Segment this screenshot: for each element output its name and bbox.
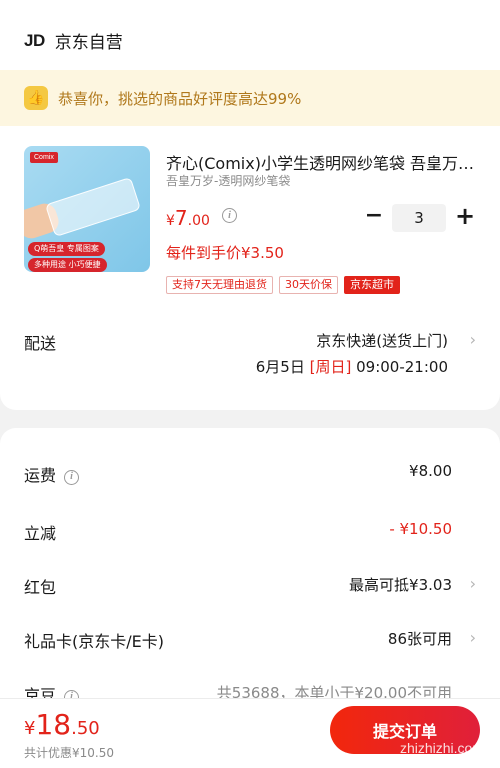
service-tag: 支持7天无理由退货 bbox=[166, 276, 273, 294]
product-price: ¥7.00 bbox=[166, 206, 210, 230]
delivery-method[interactable]: 京东快递(送货上门) bbox=[316, 330, 448, 351]
unit-price: 每件到手价¥3.50 bbox=[166, 244, 284, 262]
product-image[interactable]: Comix Q萌吾皇 专属图案 多种用途 小巧便捷 bbox=[24, 146, 150, 272]
quantity-increase-button[interactable]: + bbox=[454, 204, 476, 228]
service-tag: 30天价保 bbox=[279, 276, 338, 294]
product-title[interactable]: 齐心(Comix)小学生透明网纱笔袋 吾皇万岁-透明网纱笔袋 bbox=[166, 150, 476, 174]
delivery-time[interactable]: 6月5日 [周日] 09:00-21:00 bbox=[256, 356, 448, 377]
fee-row-shipping: 运费 i ¥8.00 bbox=[0, 462, 500, 492]
watermark: zhizhizhi.com bbox=[399, 740, 484, 756]
total-decimal: .50 bbox=[71, 718, 100, 739]
fee-value: 最高可抵¥3.03 bbox=[349, 576, 452, 594]
product-sku: 吾皇万岁-透明网纱笔袋 bbox=[166, 174, 291, 188]
praise-banner: 👍 恭喜你，挑选的商品好评度高达99% bbox=[0, 70, 500, 126]
fee-row-giftcard[interactable]: 礼品卡(京东卡/E卡) 86张可用 › bbox=[0, 628, 500, 658]
chevron-right-icon[interactable]: › bbox=[470, 628, 476, 647]
order-card: JD 京东自营 👍 恭喜你，挑选的商品好评度高达99% Comix Q萌吾皇 专… bbox=[0, 0, 500, 410]
price-currency: ¥ bbox=[166, 213, 175, 229]
store-name: 京东自营 bbox=[54, 33, 123, 53]
fee-row-discount: 立减 - ¥10.50 bbox=[0, 520, 500, 550]
fee-label: 运费 i bbox=[24, 462, 80, 486]
total-integer: 18 bbox=[35, 708, 72, 741]
image-tag: Q萌吾皇 专属图案 bbox=[28, 242, 105, 256]
quantity-input[interactable]: 3 bbox=[392, 204, 446, 232]
fee-label: 礼品卡(京东卡/E卡) bbox=[24, 632, 164, 651]
price-integer: 7 bbox=[174, 206, 188, 230]
fee-row-redpacket[interactable]: 红包 最高可抵¥3.03 › bbox=[0, 574, 500, 604]
total-currency: ¥ bbox=[24, 718, 36, 739]
thumbs-up-icon: 👍 bbox=[24, 86, 48, 110]
info-icon[interactable]: i bbox=[222, 208, 237, 223]
pencil-bag-illustration bbox=[44, 176, 142, 238]
delivery-weekday: [周日] bbox=[309, 358, 352, 376]
delivery-date: 6月5日 bbox=[255, 358, 305, 376]
brand-badge: Comix bbox=[30, 152, 58, 163]
fee-value: 86张可用 bbox=[387, 630, 452, 648]
fee-value: - ¥10.50 bbox=[389, 520, 452, 538]
quantity-decrease-button[interactable]: − bbox=[364, 205, 384, 228]
delivery-timeslot: 09:00-21:00 bbox=[356, 358, 448, 376]
fee-label: 立减 bbox=[24, 524, 57, 543]
image-tag: 多种用途 小巧便捷 bbox=[28, 258, 107, 272]
price-decimal: .00 bbox=[187, 213, 210, 229]
fee-label: 红包 bbox=[24, 578, 57, 597]
service-tag: 京东超市 bbox=[344, 276, 400, 294]
delivery-label: 配送 bbox=[24, 334, 57, 353]
service-tags: 支持7天无理由退货 30天价保 京东超市 bbox=[166, 276, 400, 294]
info-icon[interactable]: i bbox=[64, 470, 80, 485]
praise-text: 恭喜你，挑选的商品好评度高达99% bbox=[58, 89, 302, 108]
fee-value: ¥8.00 bbox=[409, 462, 452, 480]
order-total: ¥18.50 bbox=[24, 708, 100, 741]
store-header[interactable]: JD 京东自营 bbox=[24, 28, 123, 54]
chevron-right-icon[interactable]: › bbox=[470, 574, 476, 593]
chevron-right-icon[interactable]: › bbox=[470, 330, 476, 349]
total-discount: 共计优惠¥10.50 bbox=[24, 746, 114, 760]
jd-logo: JD bbox=[24, 30, 45, 50]
